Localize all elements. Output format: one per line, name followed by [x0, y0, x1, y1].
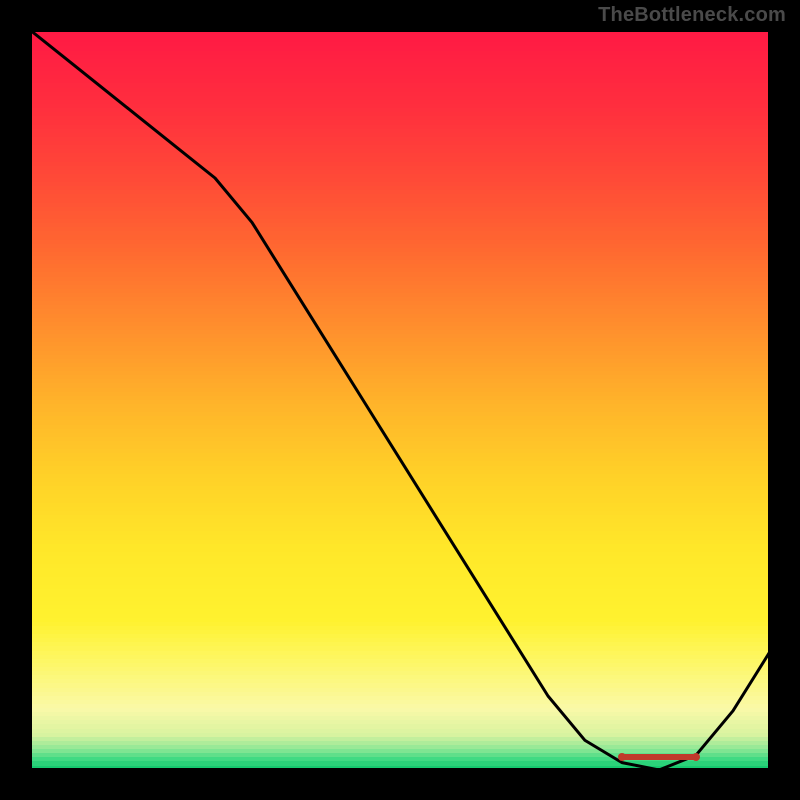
bottleneck-curve: [30, 30, 770, 770]
optimal-range-marker: [622, 754, 696, 760]
optimal-range-end-icon: [692, 753, 700, 761]
canvas: TheBottleneck.com: [0, 0, 800, 800]
watermark-text: TheBottleneck.com: [598, 4, 786, 27]
optimal-range-start-icon: [618, 753, 626, 761]
plot-area: [30, 30, 770, 770]
